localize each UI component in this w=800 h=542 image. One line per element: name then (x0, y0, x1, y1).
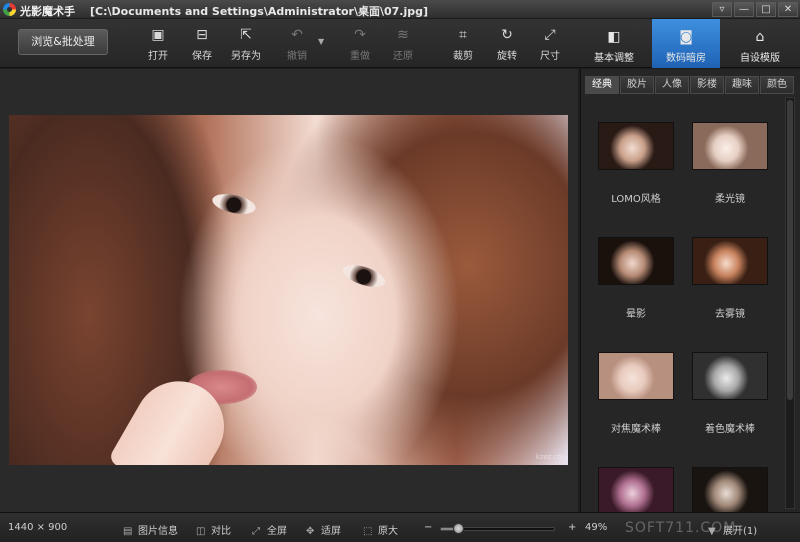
filter-item[interactable] (591, 467, 681, 512)
fit-screen-button[interactable]: ✥ 适屏 (306, 522, 341, 537)
tab-fun[interactable]: 趣味 (725, 76, 759, 94)
app-title: 光影魔术手 (20, 5, 75, 18)
tab-color[interactable]: 颜色 (760, 76, 794, 94)
fullscreen-icon: ⤢ (252, 526, 260, 537)
filter-scrollbar-thumb[interactable] (787, 100, 793, 400)
filter-thumbnail (692, 352, 768, 400)
filter-label: 着色魔术棒 (705, 424, 755, 435)
filter-label: 去雾镜 (715, 309, 745, 320)
image-dimensions: 1440 × 900 (8, 522, 68, 533)
crop-button[interactable]: ⌗ 裁剪 (443, 25, 483, 63)
category-tabs: 经典 胶片 人像 影楼 趣味 颜色 (585, 76, 795, 94)
open-icon: ▣ (151, 27, 165, 43)
expand-arrow-icon: ▼ (708, 526, 716, 537)
save-icon: ⊟ (196, 27, 208, 43)
template-icon: ⌂ (755, 29, 765, 45)
menu-button[interactable]: ▿ (712, 2, 732, 17)
status-bar: 1440 × 900 ▤ 图片信息 ◫ 对比 ⤢ 全屏 ✥ 适屏 ⬚ 原大 − + 49%… (0, 512, 800, 542)
save-as-icon: ⇱ (240, 27, 252, 43)
image-info-icon: ▤ (123, 526, 133, 537)
filter-item[interactable]: LOMO风格 (591, 122, 681, 205)
original-size-icon: ⬚ (363, 526, 373, 537)
resize-button[interactable]: ⤢ 尺寸 (530, 25, 570, 63)
effects-panel: 经典 胶片 人像 影楼 趣味 颜色 LOMO风格 柔光镜 晕影 去雾镜 对焦魔术… (580, 69, 800, 512)
filter-thumbnail (692, 122, 768, 170)
resize-icon: ⤢ (544, 27, 556, 43)
photo-eye-right (340, 260, 388, 292)
zoom-slider-handle[interactable] (452, 523, 464, 534)
filter-thumbnail (598, 122, 674, 170)
filter-item[interactable]: 对焦魔术棒 (591, 352, 681, 435)
main-toolbar: 浏览&批处理 ▣ 打开 ⊟ 保存 ⇱ 另存为 ↶ 撤销 ▼ ↷ 重做 ≋ 还原 … (0, 19, 800, 68)
camera-icon: ◙ (679, 29, 693, 45)
app-logo-icon (3, 3, 16, 16)
photo-eye-left (210, 190, 258, 218)
undo-dropdown-icon[interactable]: ▼ (318, 37, 324, 46)
filter-item[interactable] (685, 467, 775, 512)
save-button[interactable]: ⊟ 保存 (182, 25, 222, 63)
redo-icon: ↷ (354, 27, 366, 43)
filter-thumbnail (598, 352, 674, 400)
crop-icon: ⌗ (459, 27, 467, 43)
tab-classic[interactable]: 经典 (585, 76, 619, 94)
rotate-button[interactable]: ↻ 旋转 (487, 25, 527, 63)
fit-screen-icon: ✥ (306, 526, 315, 537)
fullscreen-button[interactable]: ⤢ 全屏 (252, 522, 287, 537)
compare-icon: ◫ (196, 526, 206, 537)
zoom-in-button[interactable]: + (568, 522, 576, 533)
tab-digital-darkroom[interactable]: ◙ 数码暗房 (652, 19, 720, 68)
maximize-button[interactable]: □ (756, 2, 776, 17)
basic-adjust-icon: ◧ (607, 29, 621, 45)
original-size-button[interactable]: ⬚ 原大 (363, 522, 398, 537)
filter-item[interactable]: 去雾镜 (685, 237, 775, 320)
photo-watermark: kzoz.cn (535, 453, 562, 461)
filter-label: 柔光镜 (715, 194, 745, 205)
expand-button[interactable]: ▼ 展开(1) (708, 522, 757, 537)
zoom-slider[interactable] (440, 523, 555, 534)
photo-preview[interactable]: kzoz.cn (9, 115, 568, 465)
browse-batch-button[interactable]: 浏览&批处理 (18, 29, 108, 55)
zoom-level: 49% (585, 522, 608, 533)
minimize-button[interactable]: — (734, 2, 754, 17)
filter-item[interactable]: 柔光镜 (685, 122, 775, 205)
filter-item[interactable]: 着色魔术棒 (685, 352, 775, 435)
filter-thumbnail (692, 237, 768, 285)
filter-item[interactable]: 晕影 (591, 237, 681, 320)
filter-scrollbar[interactable] (785, 97, 795, 509)
restore-button[interactable]: ≋ 还原 (383, 25, 423, 63)
compare-button[interactable]: ◫ 对比 (196, 522, 231, 537)
tab-custom-template[interactable]: ⌂ 自设模版 (726, 19, 794, 68)
close-button[interactable]: ✕ (778, 2, 798, 17)
filter-thumbnail (598, 467, 674, 512)
redo-button[interactable]: ↷ 重做 (340, 25, 380, 63)
undo-icon: ↶ (291, 27, 303, 43)
filter-grid: LOMO风格 柔光镜 晕影 去雾镜 对焦魔术棒 着色魔术棒 (585, 97, 781, 512)
tab-basic-adjust[interactable]: ◧ 基本调整 (580, 19, 648, 68)
tab-film[interactable]: 胶片 (620, 76, 654, 94)
filter-label: 对焦魔术棒 (611, 424, 661, 435)
image-canvas[interactable]: kzoz.cn (0, 69, 578, 512)
zoom-out-button[interactable]: − (424, 522, 432, 533)
title-bar: 光影魔术手 [C:\Documents and Settings\Adminis… (0, 0, 800, 19)
save-as-button[interactable]: ⇱ 另存为 (226, 25, 266, 63)
restore-icon: ≋ (397, 27, 409, 43)
image-info-button[interactable]: ▤ 图片信息 (123, 522, 178, 537)
tab-portrait[interactable]: 人像 (655, 76, 689, 94)
rotate-icon: ↻ (501, 27, 513, 43)
tab-studio[interactable]: 影楼 (690, 76, 724, 94)
filter-label: 晕影 (626, 309, 646, 320)
filter-label: LOMO风格 (611, 194, 661, 205)
filter-thumbnail (692, 467, 768, 512)
filter-thumbnail (598, 237, 674, 285)
undo-button[interactable]: ↶ 撤销 (277, 25, 317, 63)
open-button[interactable]: ▣ 打开 (138, 25, 178, 63)
document-path: [C:\Documents and Settings\Administrator… (90, 5, 429, 18)
